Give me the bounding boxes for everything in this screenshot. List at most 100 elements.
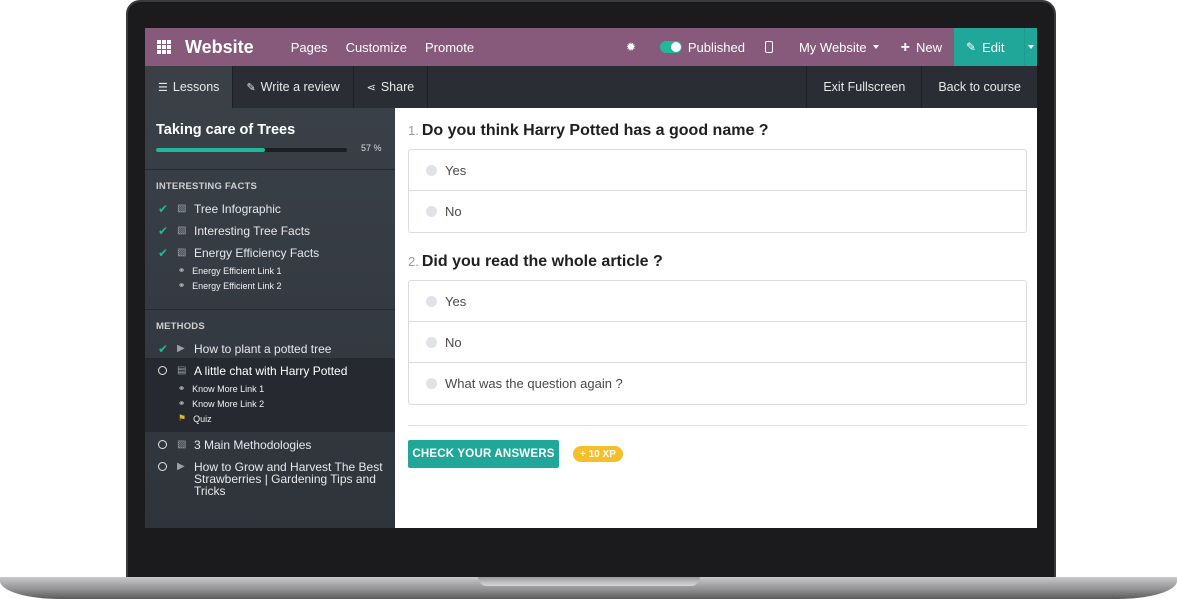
tab-share[interactable]: ⋖ Share <box>354 66 429 108</box>
course-progress-fill <box>156 148 265 152</box>
radio-icon <box>426 295 437 307</box>
published-toggle[interactable] <box>659 41 682 53</box>
xp-badge: + 10 XP <box>573 446 623 462</box>
new-button-label: New <box>915 39 942 55</box>
document-icon: ▤ <box>177 365 187 376</box>
plus-icon: + <box>900 38 910 56</box>
answer-label: What was the question again ? <box>445 376 623 391</box>
lesson-title: Interesting Tree Facts <box>194 224 311 238</box>
lesson-item[interactable]: ▧ 3 Main Methodologies <box>145 438 395 452</box>
divider <box>145 309 395 310</box>
link-icon: ⚭ <box>178 383 186 393</box>
chevron-down-icon <box>872 45 879 49</box>
answer-label: No <box>445 204 462 219</box>
lesson-item[interactable]: ✔ ▶ How to plant a potted tree <box>145 342 395 356</box>
exit-fullscreen-button[interactable]: Exit Fullscreen <box>806 66 921 108</box>
lesson-item[interactable]: ✔ ▧ Interesting Tree Facts <box>145 224 395 238</box>
lesson-title-line: Tricks <box>194 484 226 498</box>
divider <box>145 169 395 170</box>
lesson-link-label: Know More Link 1 <box>192 383 265 394</box>
lesson-item[interactable]: ▶ How to Grow and Harvest The Best Straw… <box>145 460 395 497</box>
play-icon: ▶ <box>177 343 185 354</box>
app-screen: Website Pages Customize Promote ✹ Publis… <box>145 28 1037 528</box>
radio-icon <box>426 378 437 389</box>
edit-dropdown-toggle[interactable] <box>1024 28 1037 66</box>
lesson-title: 3 Main Methodologies <box>194 438 312 452</box>
lesson-link[interactable]: ⚭ Energy Efficient Link 2 <box>178 280 282 291</box>
quiz-content: 1. Do you think Harry Potted has a good … <box>395 108 1037 528</box>
edit-button-label: Edit <box>982 39 1005 55</box>
answer-option[interactable]: No <box>409 191 1026 232</box>
tab-lessons[interactable]: ☰ Lessons <box>145 66 234 108</box>
image-icon: ▧ <box>177 225 187 236</box>
website-selector-label: My Website <box>798 39 867 55</box>
lesson-item[interactable]: ✔ ▧ Tree Infographic <box>145 202 395 216</box>
checkmark-icon: ✔ <box>158 246 169 260</box>
course-title: Taking care of Trees <box>156 122 296 138</box>
lesson-link[interactable]: ⚭ Know More Link 2 <box>178 398 264 409</box>
course-progress-bar <box>156 148 347 152</box>
course-progress-label: 57 % <box>361 143 382 153</box>
lesson-title: How to Grow and Harvest The Best Strawbe… <box>194 461 383 497</box>
bug-icon[interactable]: ✹ <box>624 40 638 54</box>
lesson-link-label: Know More Link 2 <box>192 398 265 409</box>
lesson-quiz-link[interactable]: ⚑ Quiz <box>178 413 212 424</box>
list-icon: ☰ <box>158 81 168 94</box>
question-1: 1. Do you think Harry Potted has a good … <box>408 122 769 140</box>
question-number: 2. <box>408 254 419 269</box>
lesson-link-label: Energy Efficient Link 2 <box>192 280 282 291</box>
lesson-link[interactable]: ⚭ Know More Link 1 <box>178 383 264 394</box>
answer-option[interactable]: What was the question again ? <box>409 363 1026 404</box>
chevron-down-icon <box>1028 45 1034 49</box>
radio-icon <box>426 336 437 348</box>
question-text: Do you think Harry Potted has a good nam… <box>421 122 769 139</box>
edit-button[interactable]: ✎ Edit <box>954 28 1024 66</box>
top-navbar: Website Pages Customize Promote ✹ Publis… <box>145 28 1037 66</box>
answer-label: No <box>445 334 462 350</box>
image-icon: ▧ <box>177 203 187 214</box>
lessons-sidebar: Taking care of Trees 57 % INTERESTING FA… <box>145 108 395 528</box>
checkmark-icon: ✔ <box>158 342 169 356</box>
circle-icon <box>158 366 167 375</box>
tab-share-label: Share <box>380 80 415 94</box>
radio-icon <box>426 164 437 176</box>
lesson-link[interactable]: ⚭ Energy Efficient Link 1 <box>178 265 282 276</box>
answer-label: Yes <box>445 162 467 178</box>
answer-option[interactable]: No <box>409 322 1026 363</box>
lesson-title: Tree Infographic <box>194 202 281 216</box>
nav-promote[interactable]: Promote <box>425 40 474 55</box>
pencil-icon: ✎ <box>966 40 977 54</box>
answer-list: Yes No <box>408 149 1027 233</box>
lesson-item-current[interactable]: ▤ A little chat with Harry Potted <box>145 364 395 378</box>
pencil-icon: ✎ <box>246 81 256 94</box>
website-selector[interactable]: My Website <box>799 40 879 55</box>
divider <box>408 425 1027 426</box>
mobile-preview-icon[interactable] <box>764 41 773 53</box>
answer-option[interactable]: Yes <box>409 281 1026 322</box>
apps-grid-icon[interactable] <box>157 40 171 54</box>
checkmark-icon: ✔ <box>158 224 169 238</box>
section-header-interesting-facts: INTERESTING FACTS <box>156 181 258 192</box>
circle-icon <box>158 462 167 471</box>
lesson-item[interactable]: ✔ ▧ Energy Efficiency Facts <box>145 246 395 260</box>
new-button[interactable]: + New <box>900 38 942 56</box>
link-icon: ⚭ <box>178 265 186 275</box>
tab-write-review[interactable]: ✎ Write a review <box>233 66 354 108</box>
brand-title[interactable]: Website <box>185 37 254 58</box>
checkmark-icon: ✔ <box>158 202 169 216</box>
tab-lessons-label: Lessons <box>172 80 220 94</box>
image-icon: ▧ <box>177 247 187 258</box>
nav-customize[interactable]: Customize <box>346 40 407 55</box>
link-icon: ⚭ <box>178 280 186 290</box>
lesson-title: A little chat with Harry Potted <box>194 364 348 378</box>
share-icon: ⋖ <box>366 81 376 94</box>
published-label[interactable]: Published <box>688 40 745 55</box>
question-number: 1. <box>408 123 419 138</box>
answer-option[interactable]: Yes <box>409 150 1026 191</box>
check-answers-button[interactable]: CHECK YOUR ANSWERS <box>408 440 559 468</box>
question-text: Did you read the whole article ? <box>421 253 663 270</box>
lesson-quiz-label: Quiz <box>193 413 212 424</box>
radio-icon <box>426 206 437 217</box>
nav-pages[interactable]: Pages <box>291 40 328 55</box>
back-to-course-button[interactable]: Back to course <box>921 66 1037 108</box>
